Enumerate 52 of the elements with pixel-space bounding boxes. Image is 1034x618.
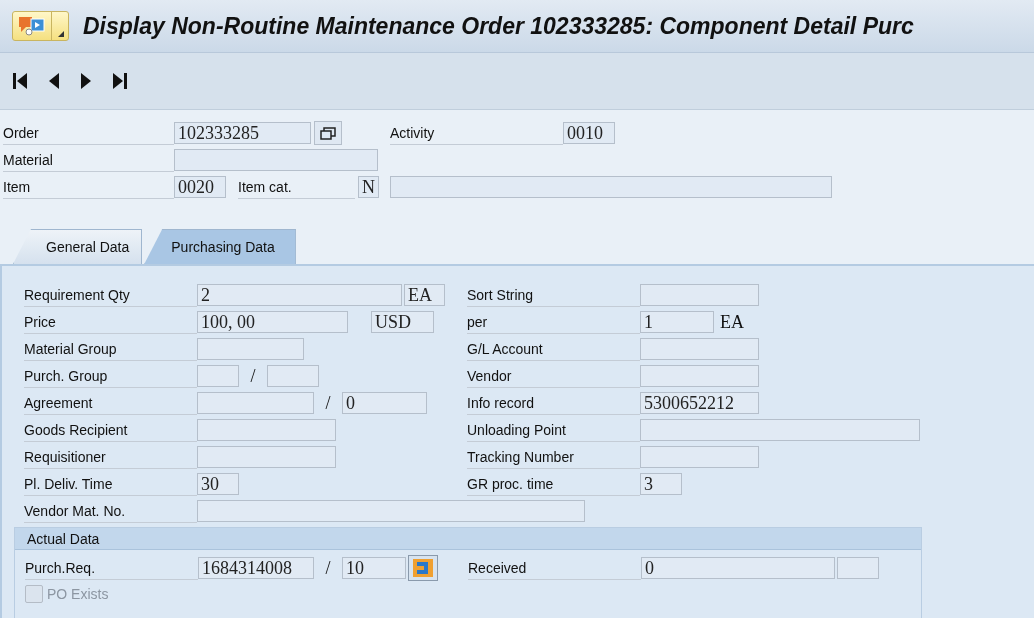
unloading-point-field[interactable] <box>640 419 920 441</box>
material-group-field[interactable] <box>197 338 304 360</box>
caret-icon <box>58 31 64 37</box>
last-page-icon[interactable] <box>112 72 128 90</box>
agreement-field[interactable] <box>197 392 314 414</box>
tab[interactable]: General Data <box>13 229 143 264</box>
price-field[interactable]: 100, 00 <box>197 311 348 333</box>
agreement-item-field[interactable]: 0 <box>342 392 427 414</box>
tracking-number-field[interactable] <box>640 446 759 468</box>
bracket-icon <box>412 558 434 578</box>
navigate-button[interactable] <box>408 555 438 581</box>
sort-string-field[interactable] <box>640 284 759 306</box>
group-title: Actual Data <box>15 528 921 550</box>
vendor-material-field[interactable] <box>197 500 585 522</box>
received-field[interactable]: 0 <box>641 557 835 579</box>
activity-field[interactable]: 0010 <box>563 122 615 144</box>
requisitioner-field[interactable] <box>197 446 336 468</box>
goods-recipient-field[interactable] <box>197 419 336 441</box>
checkbox-label: PO Exists <box>47 586 109 602</box>
info-record-field[interactable]: 5300652212 <box>640 392 759 414</box>
windows-icon <box>320 126 336 140</box>
quantity-field[interactable]: 2 <box>197 284 402 306</box>
gl-account-field[interactable] <box>640 338 759 360</box>
gr-time-field[interactable]: 3 <box>640 473 682 495</box>
separator-text: / <box>324 557 332 579</box>
item-field[interactable]: 0020 <box>174 176 226 198</box>
item-category-field[interactable]: N <box>358 176 379 198</box>
currency-field[interactable]: USD <box>371 311 434 333</box>
first-page-icon[interactable] <box>12 72 28 90</box>
per-field[interactable]: 1 <box>640 311 714 333</box>
window-title: Display Non-Routine Maintenance Order 102333285: Component Detail Purc <box>83 12 914 40</box>
previous-page-icon[interactable] <box>48 72 60 90</box>
separator-text: / <box>249 365 257 387</box>
next-page-icon[interactable] <box>80 72 92 90</box>
unit-field[interactable]: EA <box>404 284 445 306</box>
vendor-field[interactable] <box>640 365 759 387</box>
display-object-button[interactable] <box>314 121 342 145</box>
tab[interactable]: Purchasing Data <box>144 229 296 264</box>
purchasing-org-field[interactable] <box>267 365 319 387</box>
field-label: Item cat. <box>238 175 355 199</box>
description-field[interactable] <box>390 176 832 198</box>
app-menu-icon <box>17 15 47 37</box>
separator-text: / <box>324 392 332 414</box>
purchasing-group-field[interactable] <box>197 365 239 387</box>
menu-button[interactable] <box>12 11 69 41</box>
material-field[interactable] <box>174 149 378 171</box>
delivery-time-field[interactable]: 30 <box>197 473 239 495</box>
requisition-item-field[interactable]: 10 <box>342 557 406 579</box>
purchase-requisition-field[interactable]: 1684314008 <box>198 557 314 579</box>
unit-text: EA <box>720 311 744 333</box>
received-unit-field[interactable] <box>837 557 879 579</box>
order-field[interactable]: 102333285 <box>174 122 311 144</box>
